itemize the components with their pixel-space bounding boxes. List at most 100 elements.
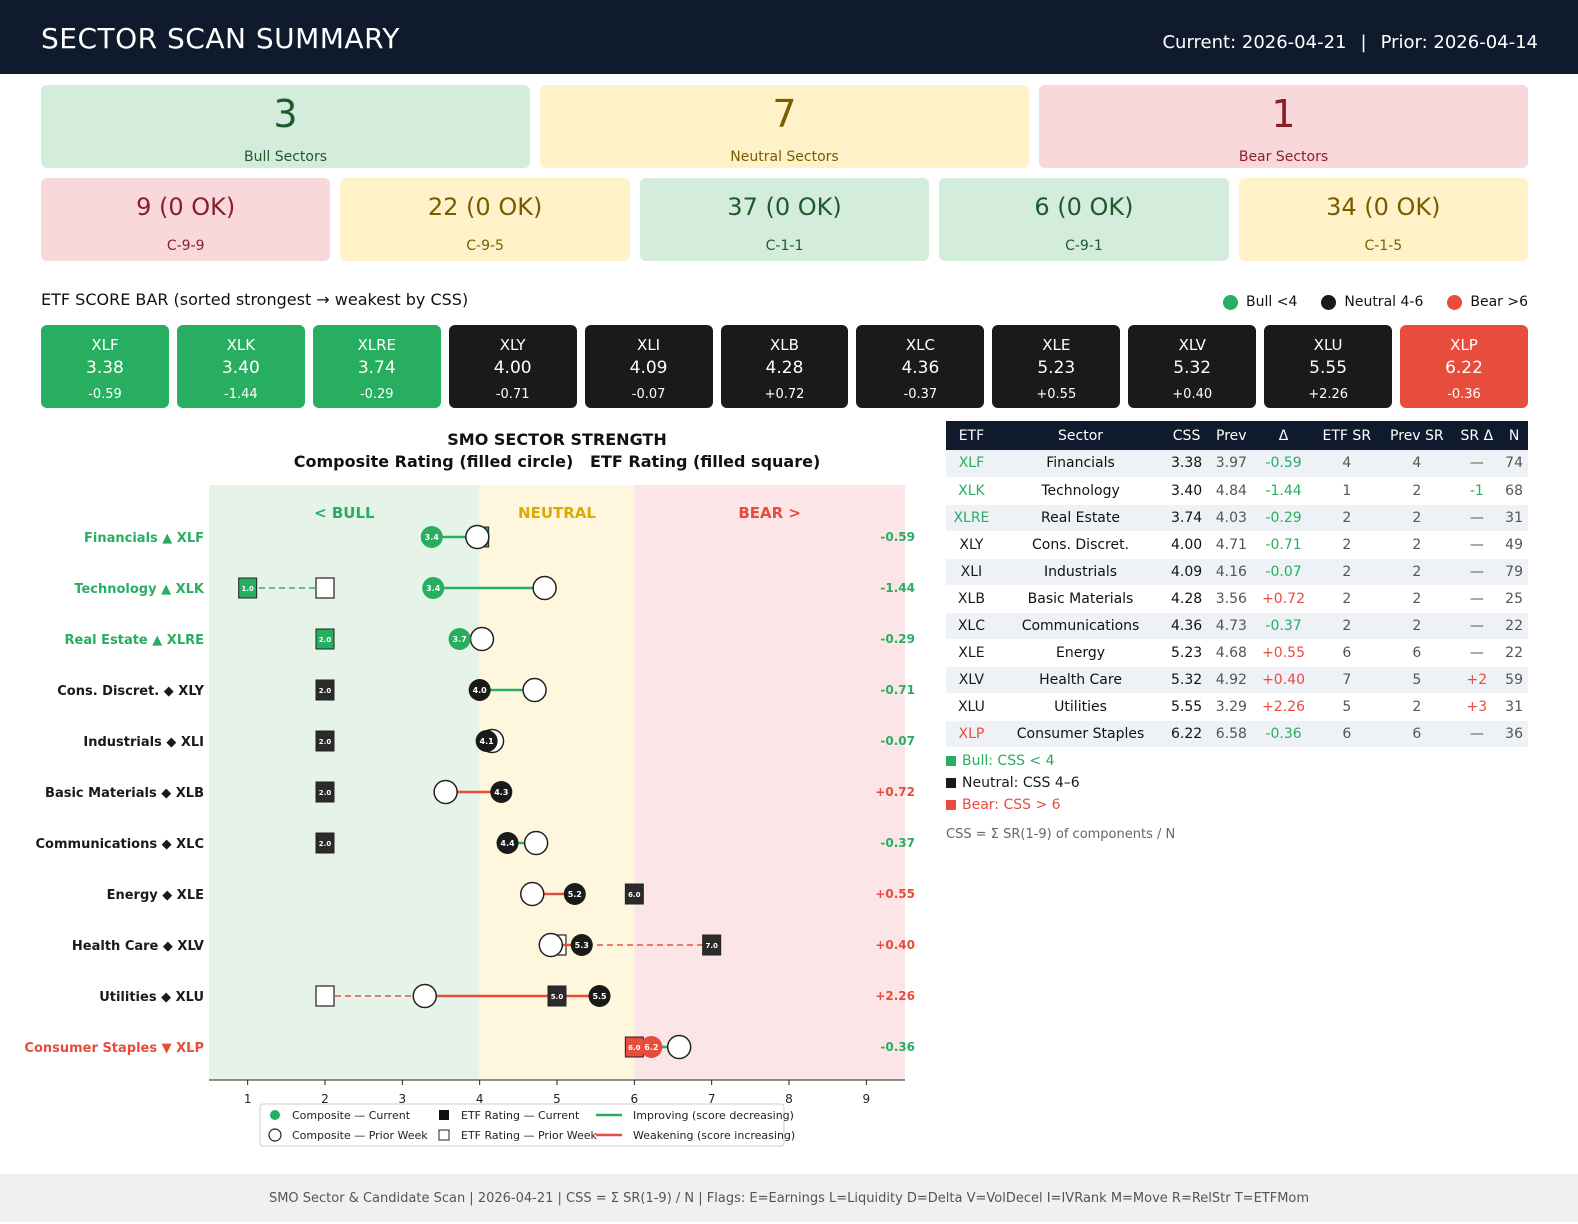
legend-label: Neutral: CSS 4–6 [962,775,1080,791]
x-tick-label: 8 [785,1092,793,1106]
etf-tile-xlb: XLB 4.28 +0.72 [720,325,849,408]
sr-delta-cell: — [1453,585,1501,613]
table-row: XLU Utilities 5.55 3.29 +2.26 5 2 +3 31 [946,693,1528,721]
scan-card-c-9-1: 6 (0 OK) C-9-1 [939,178,1229,261]
tile-change: -0.71 [495,387,530,402]
composite-prior-marker [433,779,458,805]
row-label: Industrials ◆ XLI [83,735,204,750]
column-header: CSS [1164,421,1209,450]
x-tick-label: 9 [863,1092,871,1106]
table-row: XLB Basic Materials 4.28 3.56 +0.72 2 2—25 [946,585,1528,613]
etf-current-label: 2.0 [319,840,332,848]
etf-current-label: 1.0 [241,585,254,593]
row-label: Consumer Staples ▼ XLP [24,1041,204,1056]
prev-sr-cell: 4 [1380,450,1454,478]
n-cell: 36 [1500,720,1528,748]
prev-cell: 3.56 [1208,585,1254,613]
zone-2 [634,485,905,1080]
scan-count: 37 (0 OK) [727,193,842,221]
table-row: XLF Financials 3.38 3.97 -0.59 4 4—74 [946,450,1528,478]
etf-score-tiles: XLF 3.38 -0.59 XLK 3.40 -1.44 XLRE 3.74 -0.29 XLY… [41,325,1528,408]
css-cell: 4.36 [1164,612,1209,640]
sr-delta-cell: +3 [1453,693,1501,721]
sector-cell: Basic Materials [996,585,1165,613]
table-row: XLE Energy 5.23 4.68 +0.55 6 6—22 [946,639,1528,667]
etf-sr-cell: 1 [1313,477,1381,505]
legend-filled-circle-icon [270,1110,280,1120]
prev-sr-cell: 6 [1380,639,1454,667]
tile-symbol: XLI [637,336,661,354]
css-cell: 4.28 [1164,585,1209,613]
css-cell: 5.32 [1164,666,1209,694]
neutral-sectors-card: 7 Neutral Sectors [540,85,1029,168]
scan-card-c-1-1: 37 (0 OK) C-1-1 [639,178,930,261]
legend-label: Bear >6 [1470,294,1528,310]
composite-prior-marker [532,575,557,601]
sector-cell: Utilities [996,693,1165,721]
bull-sectors-count: 3 [273,92,298,136]
tile-css: 5.23 [1037,358,1076,378]
sector-cell: Real Estate [996,504,1165,532]
composite-current-label: 3.4 [426,584,441,593]
composite-prior-marker [469,626,495,652]
delta-cell: +0.40 [1253,666,1314,694]
row-delta: -1.44 [880,581,915,595]
current-date: Current: 2026-04-21 [1162,32,1347,53]
bear-sectors-count: 1 [1271,92,1296,136]
tile-symbol: XLC [905,336,935,354]
table-row: XLV Health Care 5.32 4.92 +0.40 7 5 +2 59 [946,666,1528,694]
row-delta: +2.26 [875,989,915,1003]
sector-cell: Cons. Discret. [996,531,1165,559]
sr-delta-cell: — [1453,720,1501,748]
etf-cell: XLI [946,558,997,586]
css-cell: 6.22 [1164,720,1209,748]
prev-cell: 4.84 [1208,477,1254,505]
bull-sectors-card: 3 Bull Sectors [41,85,530,168]
footer: SMO Sector & Candidate Scan | 2026-04-21… [0,1174,1578,1222]
composite-current-label: 6.2 [644,1043,658,1052]
tile-change: -0.37 [903,387,938,402]
etf-tile-xlf: XLF 3.38 -0.59 [41,325,169,408]
etf-cell: XLP [946,720,997,748]
delta-cell: -1.44 [1253,477,1314,505]
prior-date: Prior: 2026-04-14 [1380,32,1538,53]
scan-count: 22 (0 OK) [427,193,543,221]
tile-symbol: XLF [91,336,119,354]
etf-tile-xlk: XLK 3.40 -1.44 [176,325,305,408]
n-cell: 79 [1500,558,1528,586]
legend-label: ETF Rating — Prior Week [461,1129,597,1142]
scan-label: C-1-1 [765,238,804,254]
chart-subtitle: Composite Rating (filled circle) ETF Rat… [294,452,821,471]
etf-cell: XLY [946,531,997,559]
scan-label: C-9-9 [166,238,205,254]
legend-label: Bull <4 [1246,294,1298,310]
column-header: Sector [996,421,1165,450]
prev-cell: 4.92 [1208,666,1254,694]
css-cell: 5.23 [1164,639,1209,667]
prev-sr-cell: 2 [1380,504,1454,532]
etf-tile-xlp: XLP 6.22 -0.36 [1400,325,1528,408]
sr-delta-cell: — [1453,612,1501,640]
column-header: Prev SR [1380,421,1454,450]
sector-cell: Health Care [996,666,1165,694]
css-cell: 4.09 [1164,558,1209,586]
legend-label: Bear: CSS > 6 [962,797,1061,813]
composite-prior-marker [523,830,549,856]
etf-sr-cell: 6 [1313,639,1381,667]
etf-tile-xlre: XLRE 3.74 -0.29 [312,325,441,408]
prev-sr-cell: 2 [1380,693,1454,721]
column-header: Prev [1208,421,1254,450]
neutral-dot-icon [1321,294,1337,310]
scan-count: 6 (0 OK) [1034,193,1134,221]
x-tick-label: 1 [244,1092,252,1106]
sr-delta-cell: +2 [1453,666,1501,694]
sector-cell: Consumer Staples [996,720,1165,748]
composite-prior-marker [522,677,547,703]
etf-sr-cell: 2 [1313,531,1381,559]
legend-label: Composite — Prior Week [292,1129,428,1142]
etf-current-label: 2.0 [319,636,332,644]
prev-sr-cell: 2 [1380,585,1454,613]
composite-prior-marker [666,1034,692,1060]
tile-symbol: XLB [770,336,799,354]
tile-change: -1.44 [224,387,258,402]
